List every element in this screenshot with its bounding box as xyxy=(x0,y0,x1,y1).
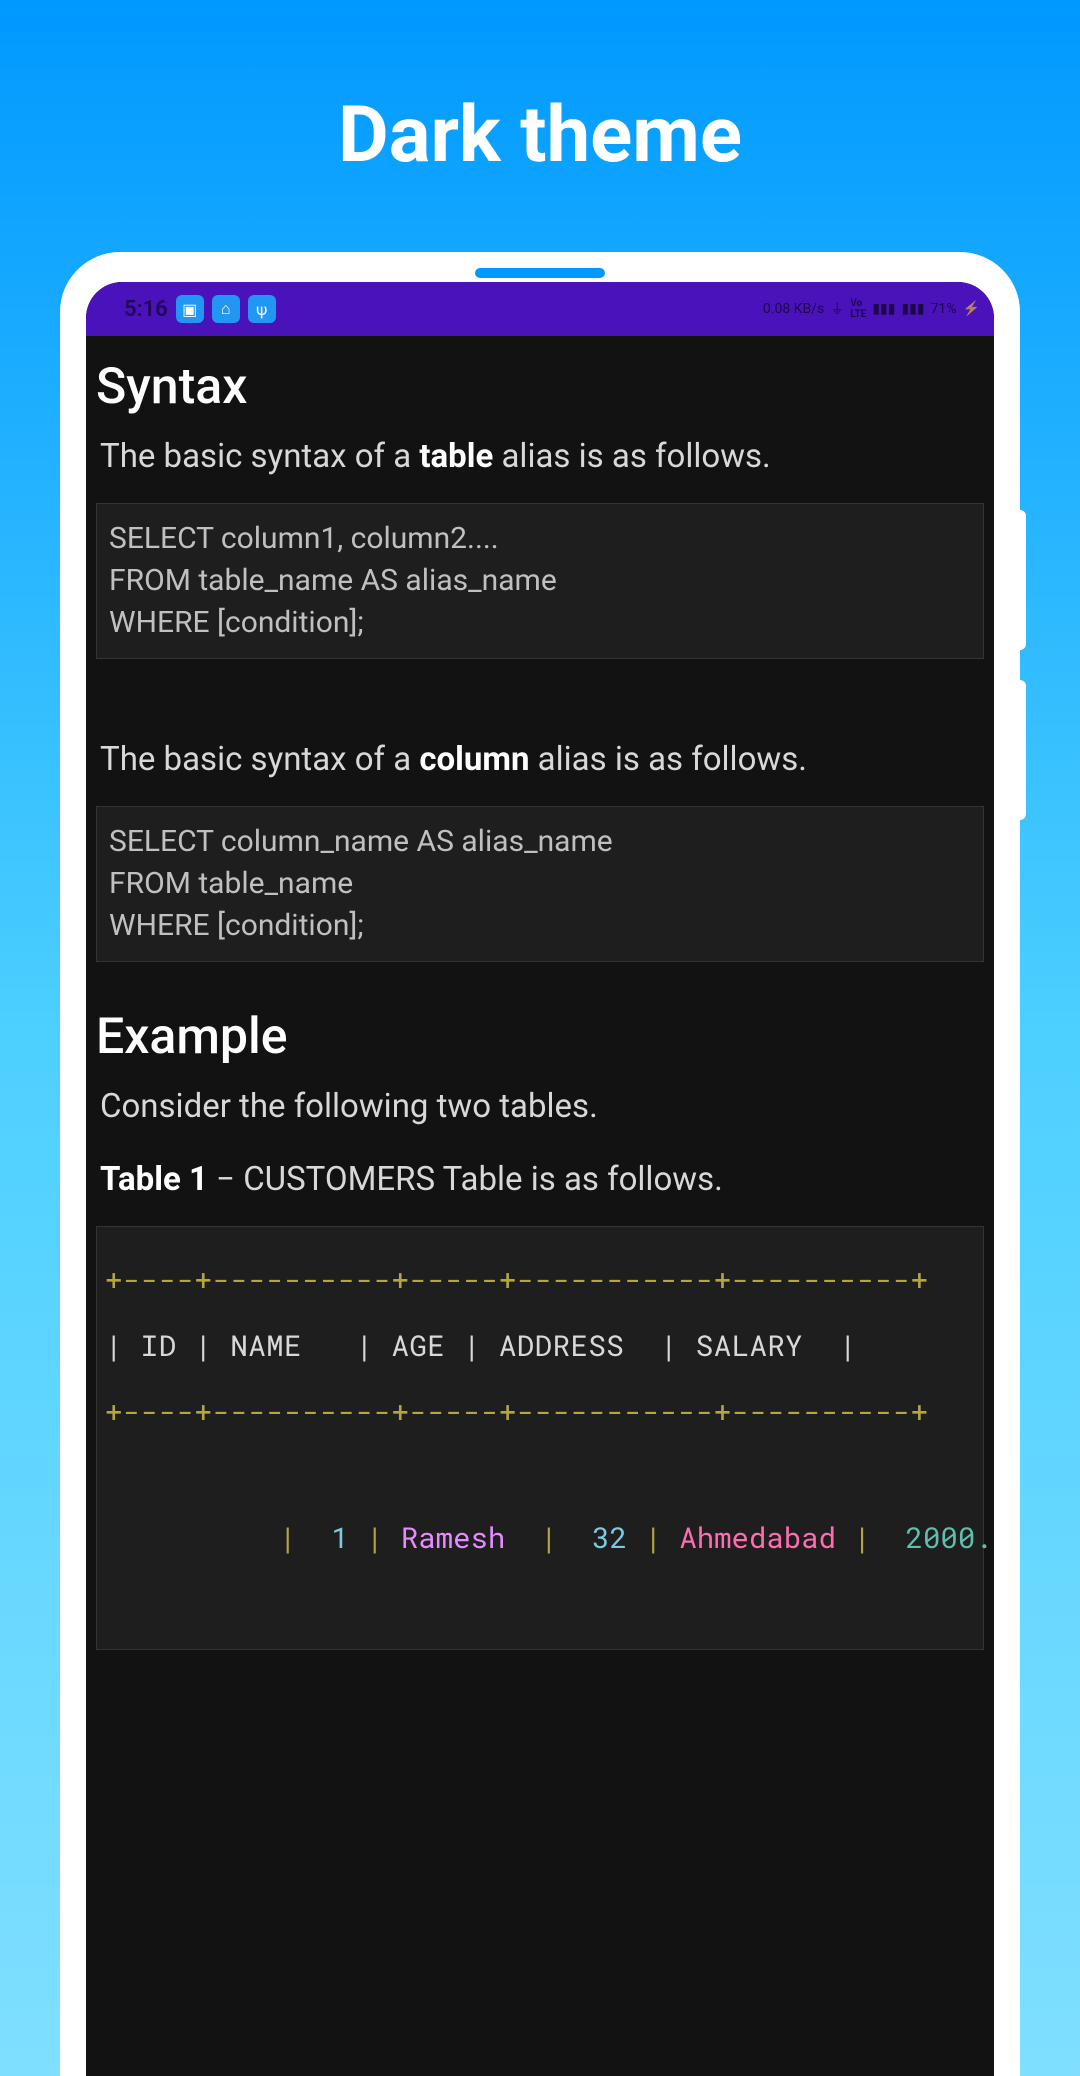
table-row: | 1 | Ramesh | 32 | Ahmedabad | 2000.00 … xyxy=(105,1447,975,1627)
cell-name: Ramesh xyxy=(401,1518,505,1556)
status-bar-left: 5:16 ▣ ⌂ ψ xyxy=(124,295,276,323)
table1-label: Table 1 xyxy=(100,1160,208,1199)
code-block-column-alias[interactable]: SELECT column_name AS alias_name FROM ta… xyxy=(96,806,984,962)
table-separator: +----+----------+-----+-----------+-----… xyxy=(105,1381,975,1441)
code-block-table-alias[interactable]: SELECT column1, column2.... FROM table_n… xyxy=(96,503,984,659)
cell-age: 32 xyxy=(592,1518,627,1556)
volte-icon: VoLTE xyxy=(850,298,866,320)
signal-icon-1: ▮▮▮ xyxy=(872,301,895,317)
status-bar: 5:16 ▣ ⌂ ψ 0.08 KB/s ⏚ VoLTE ▮▮▮ ▮▮▮ 71%… xyxy=(86,282,994,336)
cell-id: 1 xyxy=(331,1518,348,1556)
syntax-para-2: The basic syntax of a column alias is as… xyxy=(100,733,980,786)
cell-address: Ahmedabad xyxy=(679,1518,836,1556)
charging-icon: ⚡ xyxy=(963,301,980,317)
table1-label-line: Table 1 − CUSTOMERS Table is as follows. xyxy=(100,1153,980,1206)
bold-column: column xyxy=(419,740,529,779)
usb-icon: ψ xyxy=(248,295,276,323)
text: The basic syntax of a xyxy=(100,437,419,476)
data-speed: 0.08 KB/s xyxy=(763,301,824,317)
phone-frame: 5:16 ▣ ⌂ ψ 0.08 KB/s ⏚ VoLTE ▮▮▮ ▮▮▮ 71%… xyxy=(60,252,1020,2076)
table-separator: +----+----------+-----+-----------+-----… xyxy=(105,1249,975,1309)
promo-title: Dark theme xyxy=(0,0,1080,181)
phone-notch xyxy=(475,268,605,278)
customers-table[interactable]: +----+----------+-----+-----------+-----… xyxy=(96,1226,984,1650)
text: alias is as follows. xyxy=(529,740,806,779)
example-heading: Example xyxy=(96,1008,984,1066)
syntax-heading: Syntax xyxy=(96,358,984,416)
bold-table: table xyxy=(419,437,493,476)
table-header: | ID | NAME | AGE | ADDRESS | SALARY | xyxy=(105,1315,975,1375)
status-time: 5:16 xyxy=(124,297,168,322)
laptop-icon: ⌂ xyxy=(212,295,240,323)
battery-text: 71% xyxy=(931,301,957,317)
status-bar-right: 0.08 KB/s ⏚ VoLTE ▮▮▮ ▮▮▮ 71% ⚡ xyxy=(763,298,980,320)
table1-desc: − CUSTOMERS Table is as follows. xyxy=(208,1160,723,1199)
cell-salary: 2000.00 xyxy=(906,1518,994,1556)
example-intro: Consider the following two tables. xyxy=(100,1080,980,1133)
wifi-icon: ⏚ xyxy=(830,299,844,319)
android-icon: ▣ xyxy=(176,295,204,323)
syntax-para-1: The basic syntax of a table alias is as … xyxy=(100,430,980,483)
text: alias is as follows. xyxy=(493,437,770,476)
text: The basic syntax of a xyxy=(100,740,419,779)
article-content[interactable]: Syntax The basic syntax of a table alias… xyxy=(86,336,994,1650)
phone-screen[interactable]: 5:16 ▣ ⌂ ψ 0.08 KB/s ⏚ VoLTE ▮▮▮ ▮▮▮ 71%… xyxy=(86,282,994,2076)
signal-icon-2: ▮▮▮ xyxy=(901,301,924,317)
